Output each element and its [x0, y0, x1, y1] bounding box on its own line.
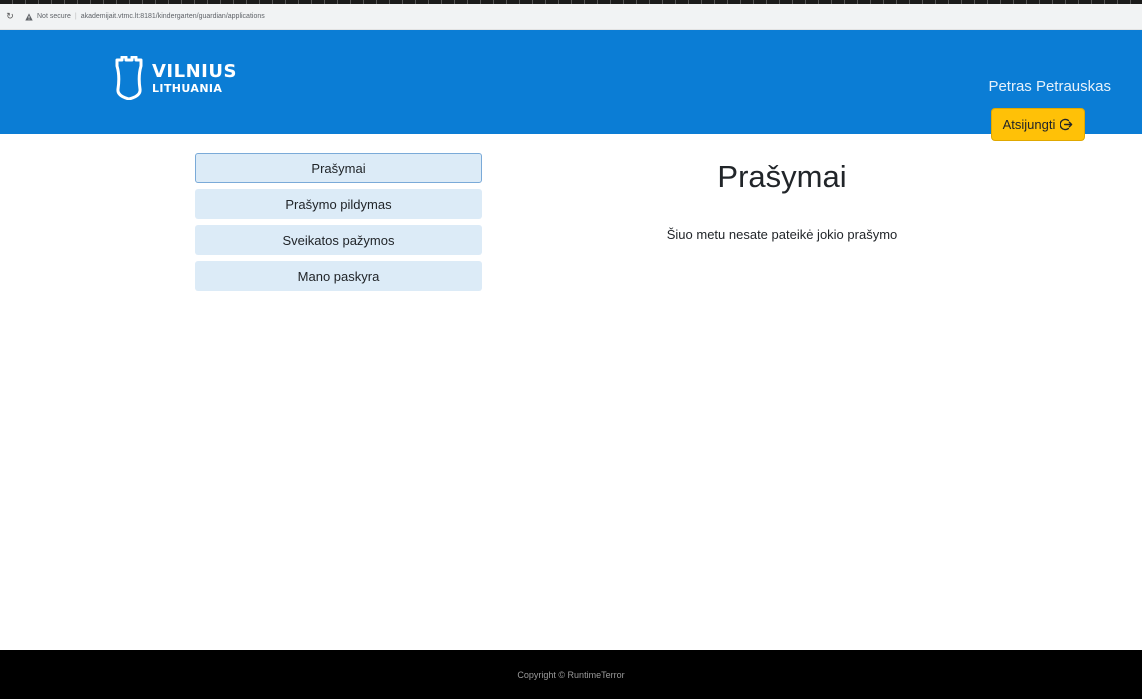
page-title: Prašymai [717, 159, 847, 194]
logout-label: Atsijungti [1002, 117, 1056, 132]
logo-line-vilnius: VILNIUS [152, 60, 237, 82]
security-status-text[interactable]: Not secure [37, 13, 71, 20]
logo-line-lithuania: LITHUANIA [152, 81, 223, 95]
logout-arrow-icon [1060, 118, 1073, 131]
sidebar-nav: Prašymai Prašymo pildymas Sveikatos pažy… [195, 153, 482, 297]
vilnius-logo[interactable]: VILNIUS LITHUANIA [114, 56, 237, 100]
sidebar-item-prasymai[interactable]: Prašymai [195, 153, 482, 183]
sidebar-item-prasymo-pildymas[interactable]: Prašymo pildymas [195, 189, 482, 219]
castle-tower-icon [115, 56, 143, 100]
sidebar-item-sveikatos-pazymos[interactable]: Sveikatos pažymos [195, 225, 482, 255]
main-content: Prašymai Šiuo metu nesate pateikė jokio … [482, 153, 1082, 242]
sidebar-item-mano-paskyra[interactable]: Mano paskyra [195, 261, 482, 291]
browser-address-bar: ↻ Not secure | akademijait.vtmc.lt:8181/… [0, 4, 1142, 30]
logout-button[interactable]: Atsijungti [991, 108, 1085, 141]
empty-state-message: Šiuo metu nesate pateikė jokio prašymo [666, 227, 898, 242]
site-footer: Copyright © RuntimeTerror [0, 650, 1142, 699]
copyright-text: Copyright © RuntimeTerror [517, 669, 625, 680]
site-header: VILNIUS LITHUANIA Petras Petrauskas Atsi… [0, 30, 1142, 141]
address-separator: | [74, 13, 77, 20]
reload-icon[interactable]: ↻ [5, 11, 15, 22]
user-name: Petras Petrauskas [988, 78, 1111, 95]
logo-text: VILNIUS LITHUANIA [152, 60, 237, 95]
url-text[interactable]: akademijait.vtmc.lt:8181/kindergarten/gu… [81, 13, 265, 20]
warning-triangle-icon[interactable] [25, 12, 33, 21]
